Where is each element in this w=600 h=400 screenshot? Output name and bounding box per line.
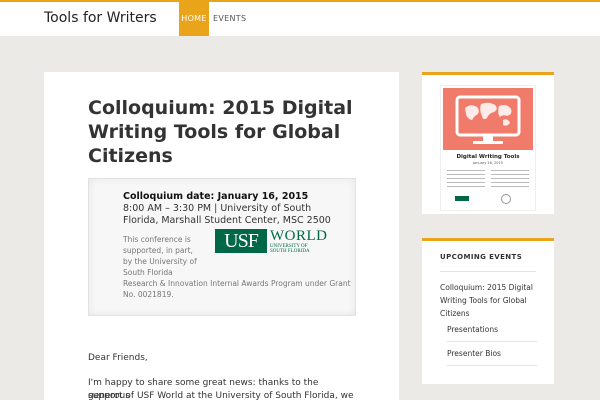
poster-date: January 16, 2015 <box>473 161 503 165</box>
paragraph-line-2: support of USF World at the University o… <box>88 391 354 400</box>
nav-events[interactable]: EVENTS <box>213 2 246 36</box>
support-text-grant: Research & Innovation Internal Awards Pr… <box>123 279 351 299</box>
usf-world-text: WORLD <box>270 228 328 244</box>
monitor-world-map-icon <box>455 95 521 144</box>
event-poster[interactable]: Digital Writing Tools January 16, 2015 <box>440 85 536 211</box>
usf-world-logo[interactable]: USF WORLD UNIVERSITY OF SOUTH FLORIDA <box>215 228 331 257</box>
colloquium-date: Colloquium date: January 16, 2015 <box>123 191 309 202</box>
main-content: Colloquium: 2015 Digital Writing Tools f… <box>44 72 399 400</box>
event-sublink-presenter-bios[interactable]: Presenter Bios <box>447 349 501 358</box>
upcoming-events-widget: UPCOMING EVENTS Colloquium: 2015 Digital… <box>422 238 554 384</box>
support-text: This conference is supported, in part, b… <box>123 235 197 277</box>
poster-seal <box>501 194 511 204</box>
post-title[interactable]: Colloquium: 2015 Digital Writing Tools f… <box>88 96 368 168</box>
poster-monitor-image <box>443 88 533 150</box>
greeting: Dear Friends, <box>88 353 148 363</box>
event-sublink-presentations[interactable]: Presentations <box>447 325 498 334</box>
usf-mark: USF <box>215 229 267 253</box>
poster-title: Digital Writing Tools <box>456 154 520 160</box>
sidebar-poster-widget: Digital Writing Tools January 16, 2015 <box>422 72 554 214</box>
event-link-colloquium[interactable]: Colloquium: 2015 Digital Writing Tools f… <box>440 281 540 320</box>
usf-subtitle: UNIVERSITY OF SOUTH FLORIDA <box>270 244 310 254</box>
site-header: Tools for Writers HOME EVENTS <box>0 0 600 36</box>
nav-home[interactable]: HOME <box>179 2 209 36</box>
poster-usf-logo <box>455 196 469 201</box>
colloquium-time-location: 8:00 AM – 3:30 PM | University of South … <box>123 203 331 226</box>
colloquium-info-box: Colloquium date: January 16, 2015 8:00 A… <box>88 178 356 316</box>
widget-title: UPCOMING EVENTS <box>440 253 523 261</box>
site-title[interactable]: Tools for Writers <box>44 10 157 26</box>
